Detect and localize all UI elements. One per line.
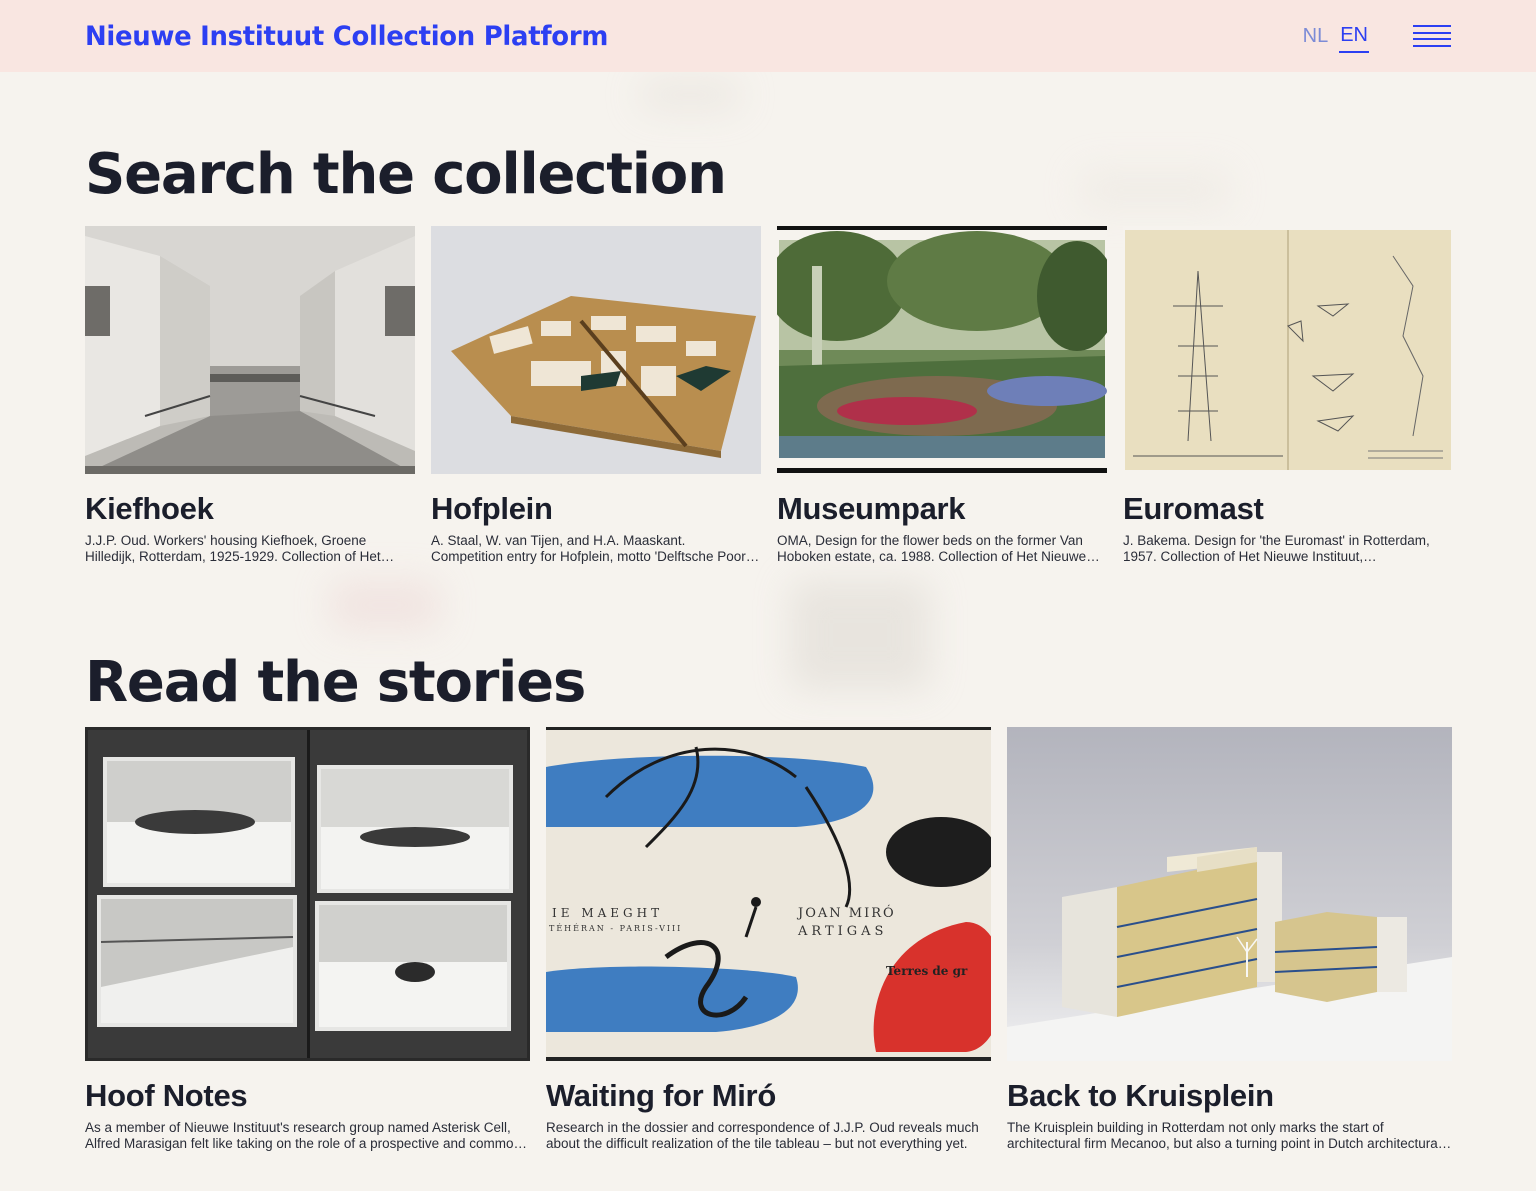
poster-text-left: IE MAEGHT <box>552 906 663 920</box>
collection-card-euromast[interactable]: Euromast J. Bakema. Design for 'the Euro… <box>1123 226 1453 565</box>
poster-text-right-sub: ARTIGAS <box>797 924 887 939</box>
collection-image-hofplein <box>431 226 761 474</box>
collection-image-museumpark <box>777 226 1107 474</box>
story-description: The Kruisplein building in Rotterdam not… <box>1007 1120 1441 1152</box>
collection-card-hofplein[interactable]: Hofplein A. Staal, W. van Tijen, and H.A… <box>431 226 761 565</box>
section-title-stories: Read the stories <box>85 650 586 715</box>
site-header: Nieuwe Instituut Collection Platform NL … <box>0 0 1536 72</box>
story-card-back-to-kruisplein[interactable]: Back to Kruisplein The Kruisplein buildi… <box>1007 727 1452 1152</box>
story-title[interactable]: Waiting for Miró <box>546 1078 991 1113</box>
collection-image-euromast <box>1123 226 1453 474</box>
collection-title[interactable]: Hofplein <box>431 491 761 526</box>
lang-switch-en[interactable]: EN <box>1339 20 1369 53</box>
header-nav: NL EN <box>1302 20 1451 53</box>
collection-title[interactable]: Euromast <box>1123 491 1453 526</box>
stories-grid: Hoof Notes As a member of Nieuwe Institu… <box>85 727 1452 1152</box>
collection-description: J. Bakema. Design for 'the Euromast' in … <box>1123 533 1430 565</box>
lang-switch-nl[interactable]: NL <box>1302 21 1330 52</box>
collection-image-kiefhoek <box>85 226 415 474</box>
poster-text-right: JOAN MIRÓ <box>796 904 896 921</box>
collection-description: J.J.P. Oud. Workers' housing Kiefhoek, G… <box>85 533 381 565</box>
story-title[interactable]: Back to Kruisplein <box>1007 1078 1452 1113</box>
story-description: Research in the dossier and corresponden… <box>546 1120 979 1152</box>
collection-card-kiefhoek[interactable]: Kiefhoek J.J.P. Oud. Workers' housing Ki… <box>85 226 415 565</box>
collection-description: A. Staal, W. van Tijen, and H.A. Maaskan… <box>431 533 756 565</box>
story-image-waiting-for-miro: IE MAEGHT TÉHÉRAN - PARIS-VIII JOAN MIRÓ… <box>546 727 991 1061</box>
collection-grid: Kiefhoek J.J.P. Oud. Workers' housing Ki… <box>85 226 1453 565</box>
collection-description: OMA, Design for the flower beds on the f… <box>777 533 1087 565</box>
story-description: As a member of Nieuwe Instituut's resear… <box>85 1120 521 1152</box>
poster-text-red: Terres de gr <box>886 964 968 978</box>
collection-card-museumpark[interactable]: Museumpark OMA, Design for the flower be… <box>777 226 1107 565</box>
section-title-collection: Search the collection <box>85 142 727 207</box>
story-image-back-to-kruisplein <box>1007 727 1452 1061</box>
story-image-hoof-notes <box>85 727 530 1061</box>
story-title[interactable]: Hoof Notes <box>85 1078 530 1113</box>
poster-text-left-sub: TÉHÉRAN - PARIS-VIII <box>549 924 682 933</box>
story-card-waiting-for-miro[interactable]: IE MAEGHT TÉHÉRAN - PARIS-VIII JOAN MIRÓ… <box>546 727 991 1152</box>
site-logo-link[interactable]: Nieuwe Instituut Collection Platform <box>85 21 608 52</box>
story-card-hoof-notes[interactable]: Hoof Notes As a member of Nieuwe Institu… <box>85 727 530 1152</box>
collection-title[interactable]: Kiefhoek <box>85 491 415 526</box>
collection-title[interactable]: Museumpark <box>777 491 1107 526</box>
menu-icon[interactable] <box>1413 25 1451 47</box>
